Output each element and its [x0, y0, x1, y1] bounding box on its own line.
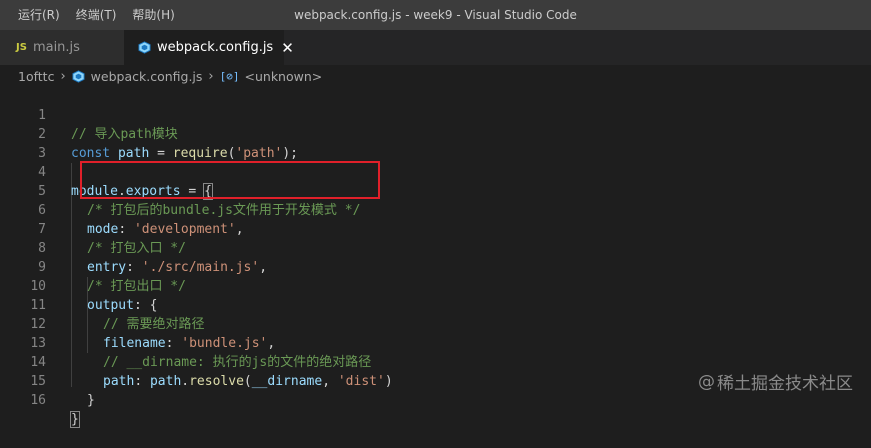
code-line: 14 path: path.resolve(__dirname, 'dist') [0, 334, 871, 389]
code-line: 11 // 需要绝对路径 [0, 277, 871, 332]
code-line: 10 output: { [0, 258, 871, 313]
watermark-text: 稀土掘金技术社区 [717, 374, 853, 394]
webpack-cube-icon [138, 41, 151, 54]
tab-label: main.js [32, 40, 80, 55]
code-line: 8 entry: './src/main.js', [0, 220, 871, 275]
tab-main-js[interactable]: JS main.js [0, 30, 124, 65]
title-bar: 运行(R) 终端(T) 帮助(H) webpack.config.js - we… [0, 0, 871, 30]
menu-help[interactable]: 帮助(H) [124, 0, 182, 30]
line-number: 16 [30, 393, 46, 408]
code-editor[interactable]: 1 // 导入path模块 2 const path = require('pa… [0, 87, 871, 428]
menu-run[interactable]: 运行(R) [0, 0, 68, 30]
watermark: @ 稀土掘金技术社区 [698, 369, 853, 395]
tab-label: webpack.config.js [157, 40, 274, 55]
code-line: 7 /* 打包入口 */ [0, 201, 871, 256]
code-line: 3 [0, 125, 871, 161]
code-line: 13 // __dirname: 执行的js的文件的绝对路径 [0, 315, 871, 370]
breadcrumb-folder[interactable]: 1ofttc [18, 69, 54, 84]
menu-terminal[interactable]: 终端(T) [68, 0, 125, 30]
breadcrumb: 1ofttc › webpack.config.js › [⊘] <unknow… [0, 65, 871, 87]
chevron-right-icon: › [208, 68, 214, 84]
tab-bar: JS main.js webpack.config.js ✕ [0, 30, 871, 65]
code-line: 2 const path = require('path'); [0, 106, 871, 161]
breadcrumb-file[interactable]: webpack.config.js [91, 69, 203, 84]
tab-webpack-config[interactable]: webpack.config.js ✕ [124, 30, 294, 65]
webpack-cube-icon [72, 69, 85, 83]
code-line: 1 // 导入path模块 [0, 87, 871, 142]
breadcrumb-symbol[interactable]: <unknown> [245, 69, 323, 84]
menu-bar: 运行(R) 终端(T) 帮助(H) [0, 0, 183, 30]
annotation-highlight-box [80, 161, 380, 199]
matched-bracket: } [70, 411, 80, 428]
javascript-file-icon: JS [16, 42, 27, 53]
at-icon: @ [698, 371, 715, 392]
code-line: 12 filename: 'bundle.js', [0, 296, 871, 351]
code-line: 9 /* 打包出口 */ [0, 239, 871, 294]
close-icon[interactable]: ✕ [281, 39, 294, 57]
symbol-variable-icon: [⊘] [219, 69, 240, 83]
chevron-right-icon: › [60, 68, 66, 84]
